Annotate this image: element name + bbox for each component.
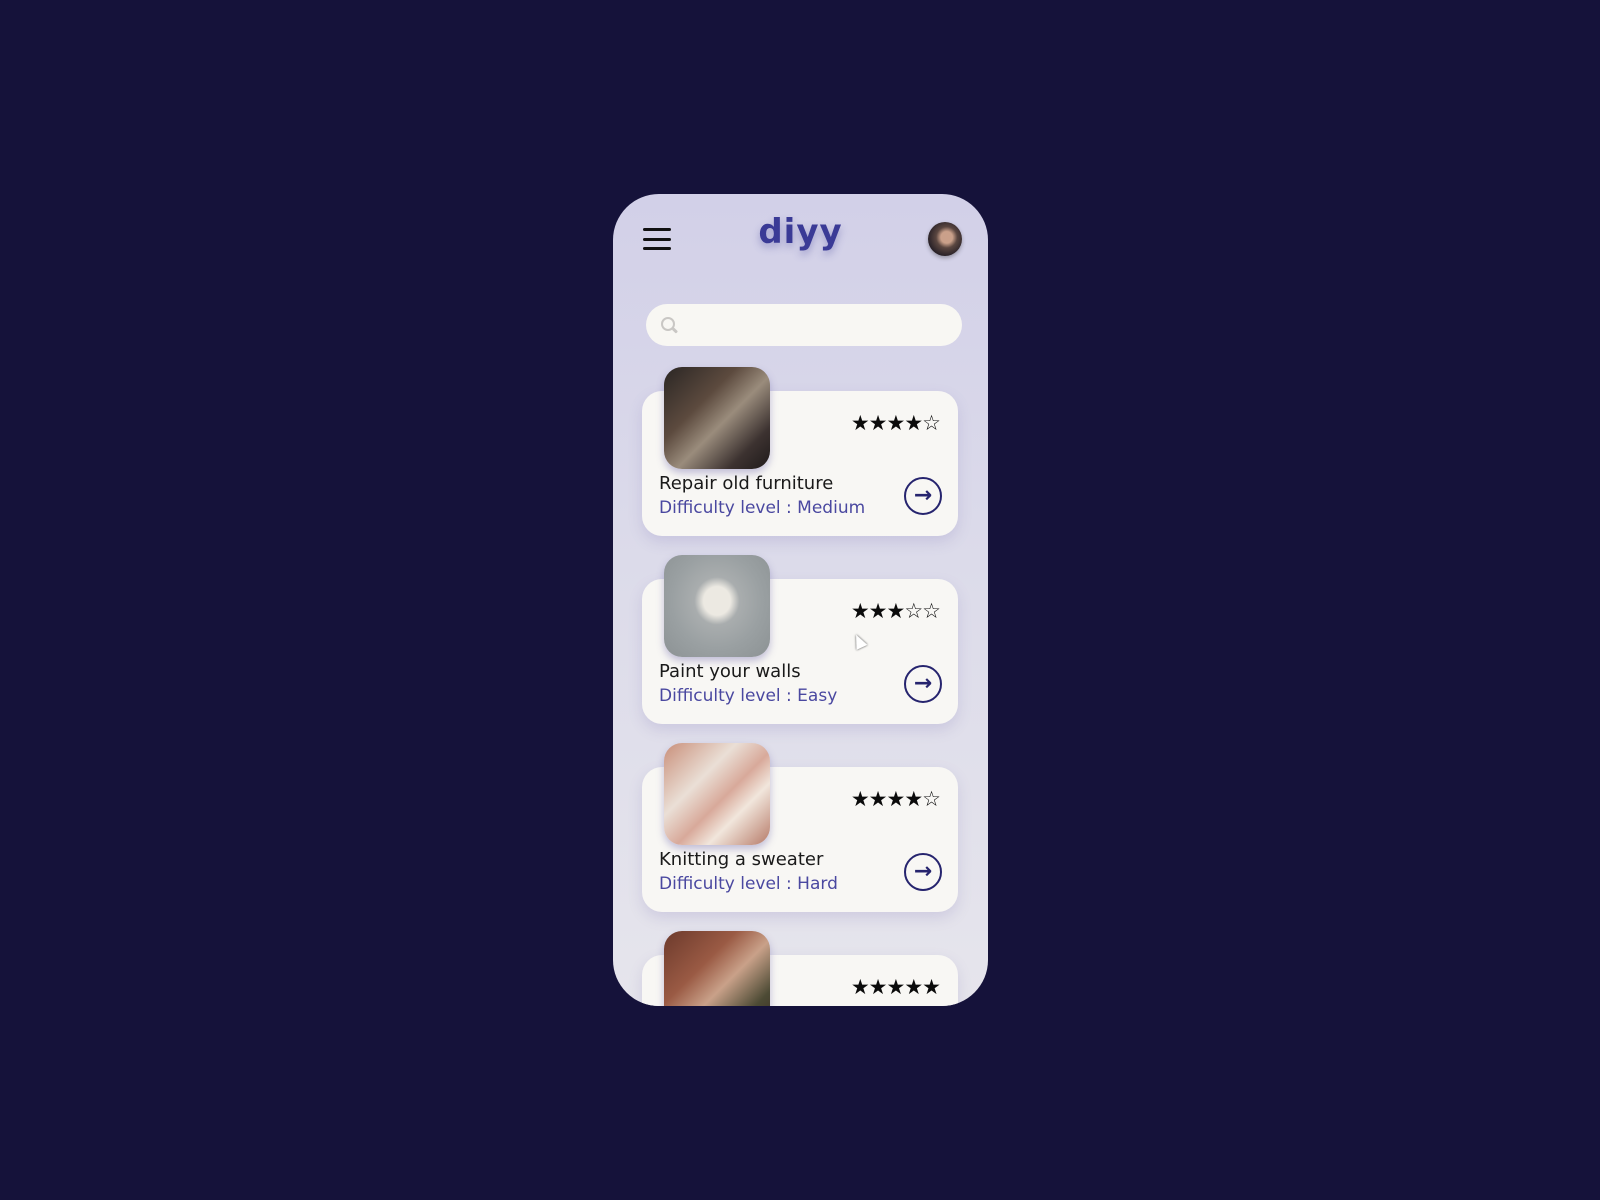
woodworking-photo	[664, 367, 770, 469]
arrow-right-icon[interactable]: →	[904, 477, 942, 515]
knitting-photo	[664, 743, 770, 845]
difficulty-level: Difficulty level : Hard	[659, 874, 838, 894]
arrow-right-icon[interactable]: →	[904, 665, 942, 703]
arrow-right-icon[interactable]: →	[904, 853, 942, 891]
difficulty-level: Difficulty level : Easy	[659, 686, 838, 706]
search-bar[interactable]	[646, 303, 962, 347]
project-card[interactable]: ★★★★☆ Knitting a sweater Difficulty leve…	[642, 743, 958, 912]
project-card[interactable]: ★★★★★	[642, 931, 958, 1006]
project-title: Repair old furniture	[659, 473, 834, 494]
search-input[interactable]	[686, 303, 962, 347]
search-icon	[660, 316, 678, 334]
rating-stars: ★★★☆☆	[850, 599, 941, 623]
difficulty-level: Difficulty level : Medium	[659, 498, 866, 518]
project-title: Paint your walls	[659, 661, 801, 682]
rating-stars: ★★★★☆	[850, 787, 941, 811]
rating-stars: ★★★★☆	[850, 411, 941, 435]
project-card[interactable]: ★★★★☆ Repair old furniture Difficulty le…	[642, 367, 958, 536]
user-avatar[interactable]	[928, 222, 962, 256]
paint-roller-photo	[664, 555, 770, 657]
phone-screen: diyy ★★★★☆ Repair old furniture Difficul…	[613, 194, 988, 1006]
rating-stars: ★★★★★	[850, 975, 941, 999]
pottery-photo	[664, 931, 770, 1006]
project-card[interactable]: ★★★☆☆ Paint your walls Difficulty level …	[642, 555, 958, 724]
project-title: Knitting a sweater	[659, 849, 824, 870]
